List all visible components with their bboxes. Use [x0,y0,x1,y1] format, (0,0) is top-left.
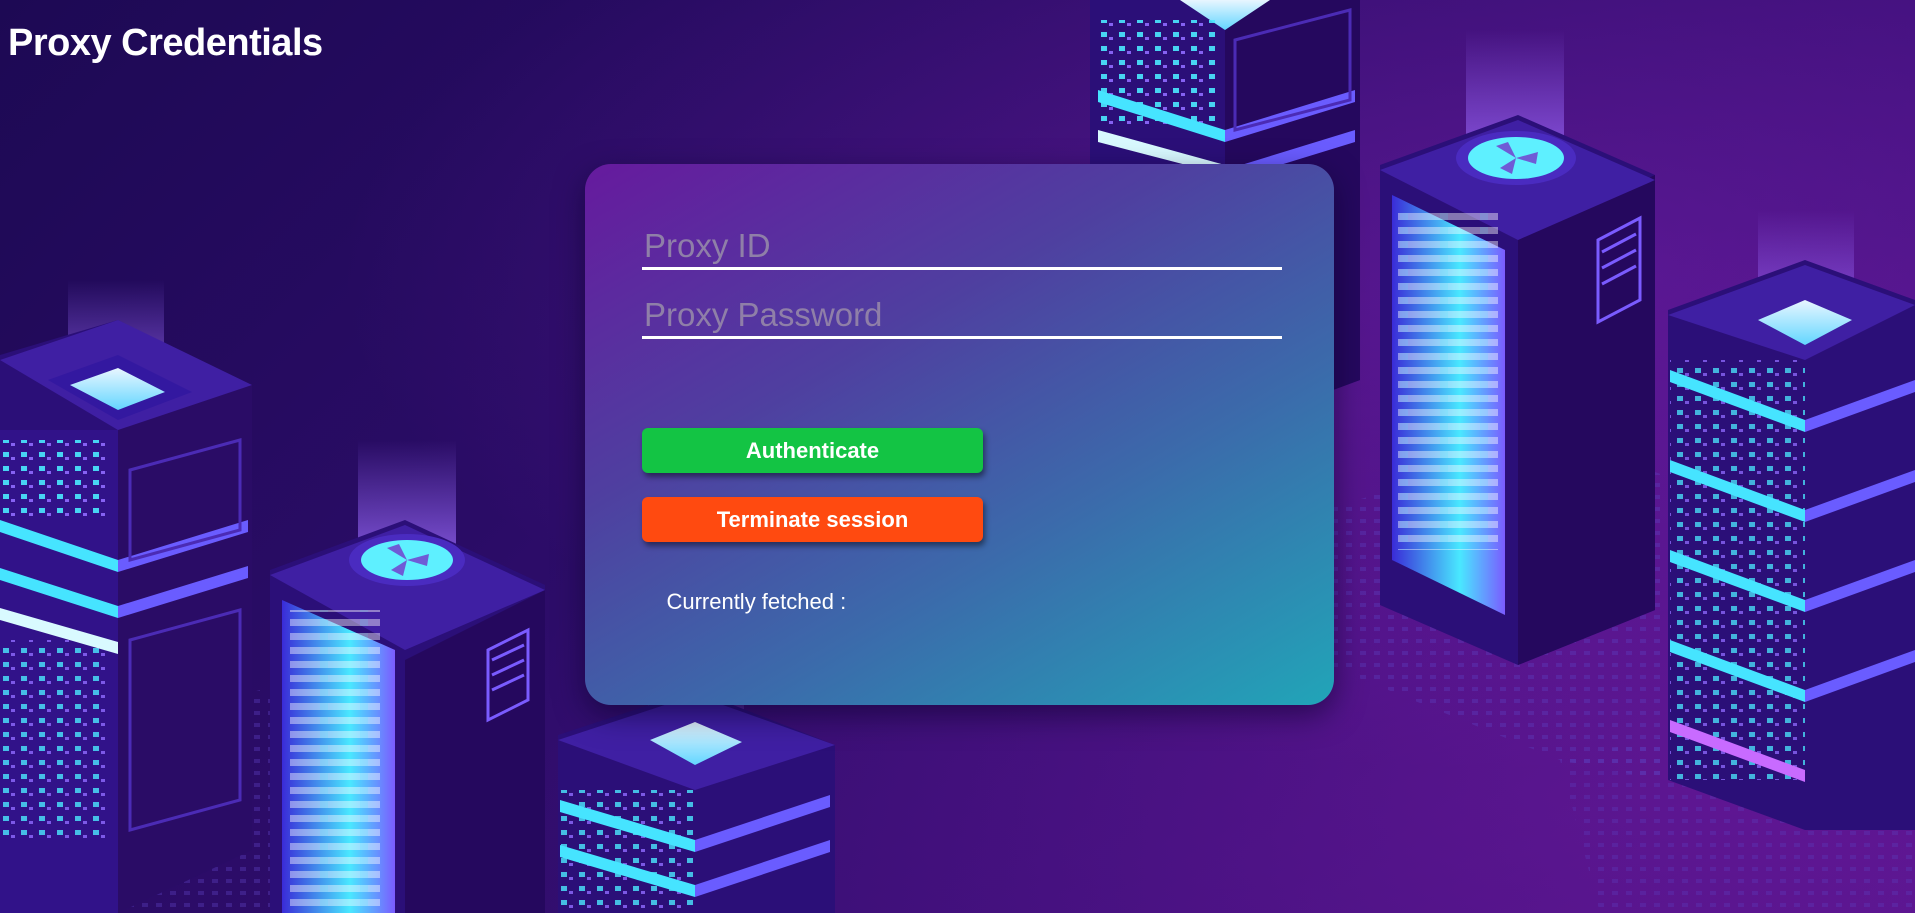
server-right-fan [1380,30,1655,665]
proxy-password-input[interactable] [642,293,1282,339]
server-left [0,280,252,913]
server-center-left [270,440,545,913]
server-bottom-center [558,680,835,913]
credentials-card: Authenticate Terminate session Currently… [585,164,1334,705]
page-title: Proxy Credentials [8,22,323,64]
authenticate-button[interactable]: Authenticate [642,428,983,473]
server-far-right [1668,210,1915,830]
currently-fetched-label: Currently fetched : [666,589,847,614]
proxy-id-input[interactable] [642,224,1282,270]
terminate-session-button[interactable]: Terminate session [642,497,983,542]
currently-fetched-status: Currently fetched : [642,563,846,667]
